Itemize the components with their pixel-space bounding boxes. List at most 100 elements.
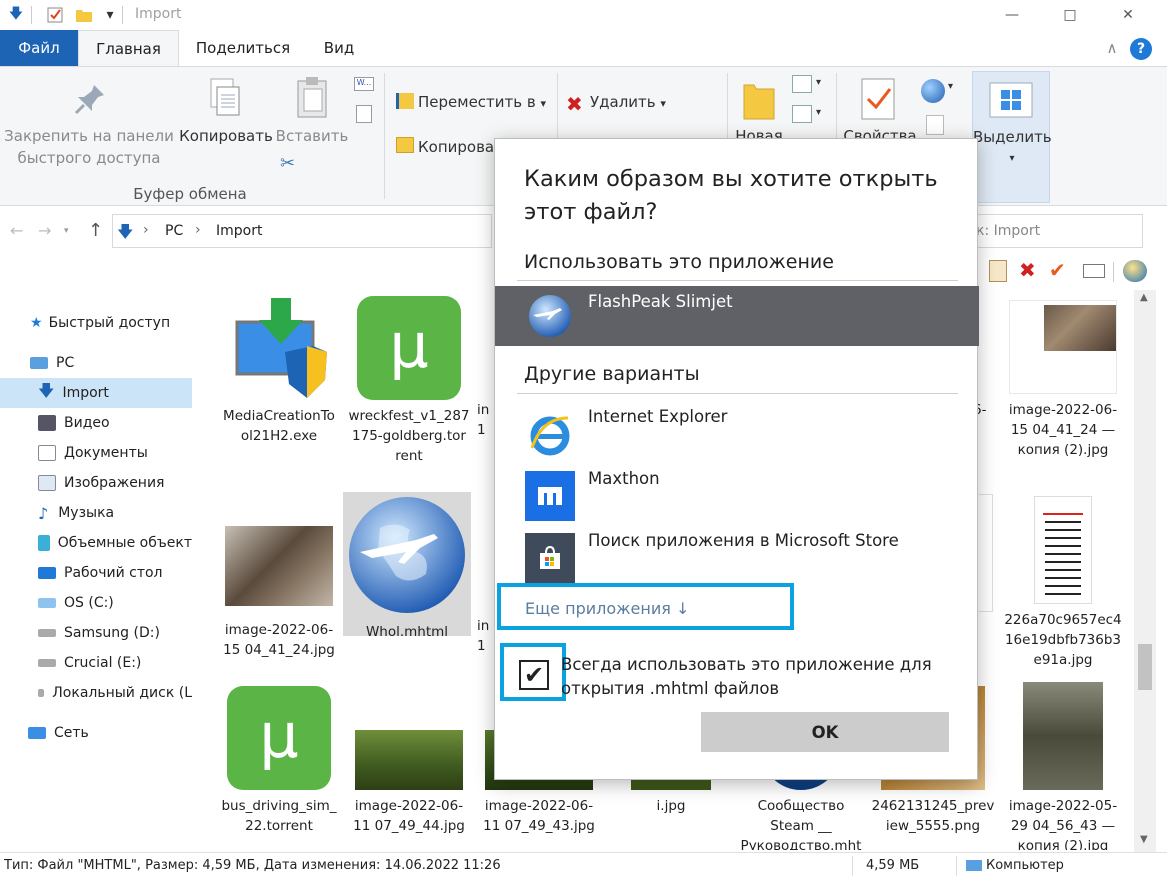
file-item[interactable]: µ bus_driving_sim_ 22.torrent [215,686,343,836]
nav-import[interactable]: 🡇 Import [0,378,192,408]
nav-documents[interactable]: Документы [0,438,192,468]
always-use-checkbox[interactable]: ✔ [519,660,549,690]
file-item[interactable]: image-2022-06- 15 04_41_24.jpg [215,524,343,660]
app-option-internet-explorer[interactable]: Internet Explorer [495,401,979,461]
minimize-button[interactable]: — [989,0,1035,30]
forward-button[interactable]: → [38,221,51,240]
file-item[interactable]: image-2022-06- 15 04_41_24 — копия (2).j… [999,300,1127,460]
file-name-line: MediaCreationTo [223,408,335,424]
close-button[interactable]: ✕ [1105,0,1151,30]
delete-button[interactable]: Удалить ▾ [590,91,680,115]
app-option-slimjet-selected[interactable]: FlashPeak Slimjet [495,286,979,346]
edit-icon[interactable] [926,115,944,135]
file-item-selected[interactable]: Whol.mhtml [343,492,471,640]
tab-file[interactable]: Файл [0,30,78,66]
collapse-ribbon-icon[interactable]: ∧ [1100,30,1124,66]
up-button[interactable]: ↑ [88,220,103,241]
microsoft-store-icon [525,533,575,583]
cut-icon[interactable]: ✂ [280,153,295,174]
recent-dropdown-icon[interactable]: ▾ [64,226,69,236]
help-icon[interactable]: ? [1130,38,1152,60]
nav-pictures[interactable]: Изображения [0,468,192,498]
file-item[interactable]: 226a70c9657ec4 16e19dbfb736b3 e91a.jpg [999,496,1127,670]
file-item[interactable]: MediaCreationTo ol21H2.exe [215,296,343,446]
new-item-dropdown-icon[interactable]: ▾ [816,77,821,88]
music-note-icon: ♪ [38,503,49,523]
pin-label-1: Закрепить на панели [4,127,174,145]
breadcrumb-import[interactable]: Import [216,223,262,239]
ok-button[interactable]: OK [701,712,949,752]
nav-drive-c[interactable]: OS (C:) [0,588,192,618]
file-item[interactable]: µ wreckfest_v1_287 175-goldberg.tor rent [345,296,473,466]
scroll-up-icon[interactable]: ▲ [1140,292,1148,303]
breadcrumb-separator-icon-2: › [195,222,201,238]
easy-access-icon[interactable] [792,105,812,123]
breadcrumb-pc[interactable]: PC [165,223,183,239]
file-item[interactable]: image-2022-06- 11 07_49_44.jpg [345,730,473,836]
open-icon[interactable] [921,79,945,103]
file-name-line: 16e19dbfb736b3 [1004,632,1122,648]
nav-drive-d[interactable]: Samsung (D:) [0,618,192,648]
nav-network[interactable]: Сеть [0,718,192,748]
file-name-line: Whol.mhtml [365,624,449,640]
nav-drive-e[interactable]: Crucial (E:) [0,648,192,678]
file-item-partial[interactable]: in 1 [477,400,493,440]
file-name-line: 2462131245_prev [871,798,995,814]
file-item-partial[interactable]: in 1 [477,616,493,656]
nav-pc[interactable]: PC [0,348,192,378]
easy-access-dropdown-icon[interactable]: ▾ [816,107,821,118]
desktop-icon [38,567,56,579]
vertical-scrollbar[interactable]: ▲ ▼ [1134,290,1156,852]
status-location: Компьютер [986,858,1064,873]
nav-music[interactable]: ♪ Музыка [0,498,192,528]
clipboard-icon[interactable] [989,260,1007,282]
pin-quick-access-button[interactable]: Закрепить на панели быстрого доступа [2,125,176,169]
network-icon [28,727,46,739]
rename-icon[interactable] [1083,264,1105,278]
search-input[interactable]: к: Import [965,214,1143,248]
checkmark-icon[interactable]: ✔ [1049,258,1066,282]
select-button[interactable]: Выделить ▾ [972,71,1052,203]
nav-video[interactable]: Видео [0,408,192,438]
paste-button[interactable]: Вставить [272,125,352,147]
window-title: Import [135,6,182,22]
file-item[interactable]: image-2022-05- 29 04_56_43 — копия (2).j… [999,682,1127,850]
copy-path-icon[interactable]: W... [354,77,374,91]
qat-divider-2 [122,6,123,24]
down-arrow-icon[interactable]: 🡇 [6,5,26,25]
tab-view[interactable]: Вид [310,30,368,66]
address-bar[interactable]: 🡇 › PC › Import [112,214,492,248]
nav-desktop[interactable]: Рабочий стол [0,558,192,588]
image-thumbnail [1009,300,1117,394]
partial-file-frame [979,494,993,612]
ribbon-tabs: Файл Главная Поделиться Вид ∧ ? [0,30,1167,66]
paste-shortcut-icon[interactable] [356,105,372,123]
tab-share[interactable]: Поделиться [182,30,304,66]
new-item-icon[interactable] [792,75,812,93]
folder-icon[interactable] [74,5,94,25]
app-option-microsoft-store[interactable]: Поиск приложения в Microsoft Store [495,525,979,585]
scroll-down-icon[interactable]: ▼ [1140,834,1148,845]
open-dropdown-icon[interactable]: ▾ [948,81,953,92]
document-thumbnail [1034,496,1092,604]
nav-drive-l[interactable]: Локальный диск (L [0,678,192,708]
delete-icon: ✖ [566,92,583,116]
more-apps-link[interactable]: Еще приложения ↓ [497,583,794,630]
delete-small-icon[interactable]: ✖ [1019,258,1036,282]
maximize-button[interactable]: □ [1047,0,1093,30]
file-name-line: Steam __ [770,818,832,834]
copy-button[interactable]: Копировать [176,125,276,147]
nav-quick-access[interactable]: ★ Быстрый доступ [0,308,192,338]
nav-3d-objects[interactable]: Объемные объект [0,528,192,558]
app-option-maxthon[interactable]: Maxthon [495,463,979,523]
tab-home[interactable]: Главная [78,30,179,66]
scrollbar-thumb[interactable] [1138,644,1152,690]
file-name-line: копия (2).jpg [1017,442,1109,458]
properties-icon[interactable] [45,5,65,25]
qat-dropdown-icon[interactable]: ▾ [100,5,120,25]
globe-shell-icon[interactable] [1123,260,1147,282]
move-to-button[interactable]: Переместить в ▾ [418,91,558,115]
copy-to-button[interactable]: Копирова [418,136,498,158]
back-button[interactable]: ← [10,221,23,240]
select-grid-icon [989,82,1033,122]
